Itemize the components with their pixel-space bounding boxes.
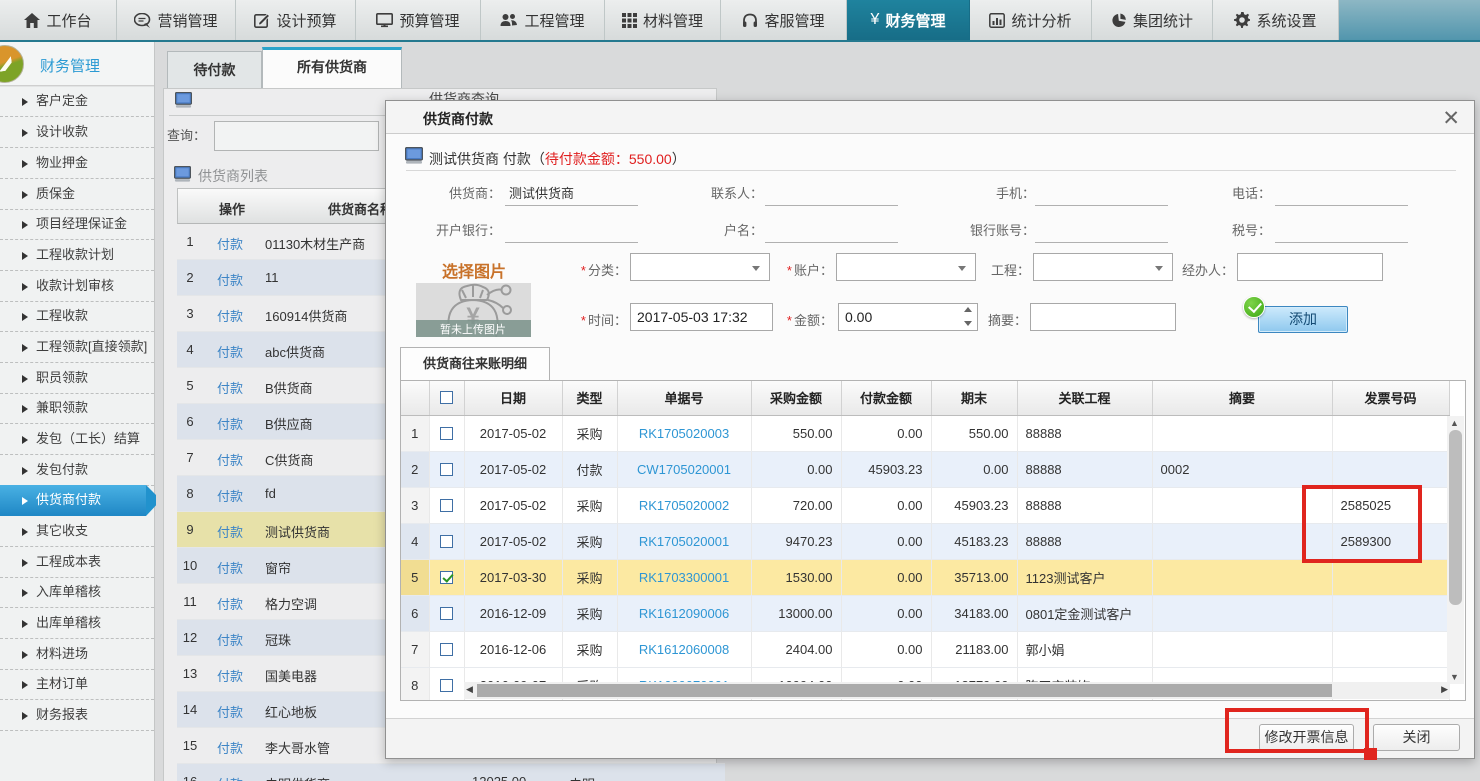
svg-text:暂未上传图片: 暂未上传图片 bbox=[440, 323, 506, 336]
